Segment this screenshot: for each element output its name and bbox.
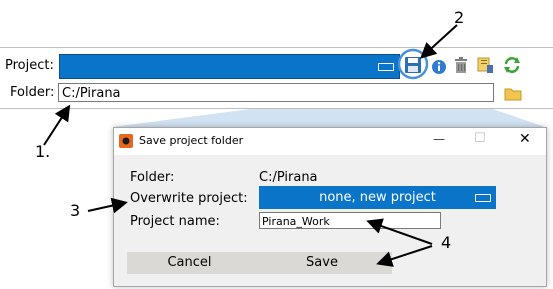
callout-2: 2 [454, 8, 465, 27]
callout-arrow-4b [376, 245, 433, 267]
callout-arrows [43, 24, 458, 267]
callout-arrow-1 [43, 104, 71, 146]
callout-arrow-3 [87, 197, 128, 214]
callout-4: 4 [441, 233, 452, 252]
callout-1: 1. [35, 142, 51, 161]
callout-arrow-2 [420, 24, 458, 59]
callout-arrow-4a [366, 218, 433, 245]
callout-3: 3 [70, 201, 81, 220]
